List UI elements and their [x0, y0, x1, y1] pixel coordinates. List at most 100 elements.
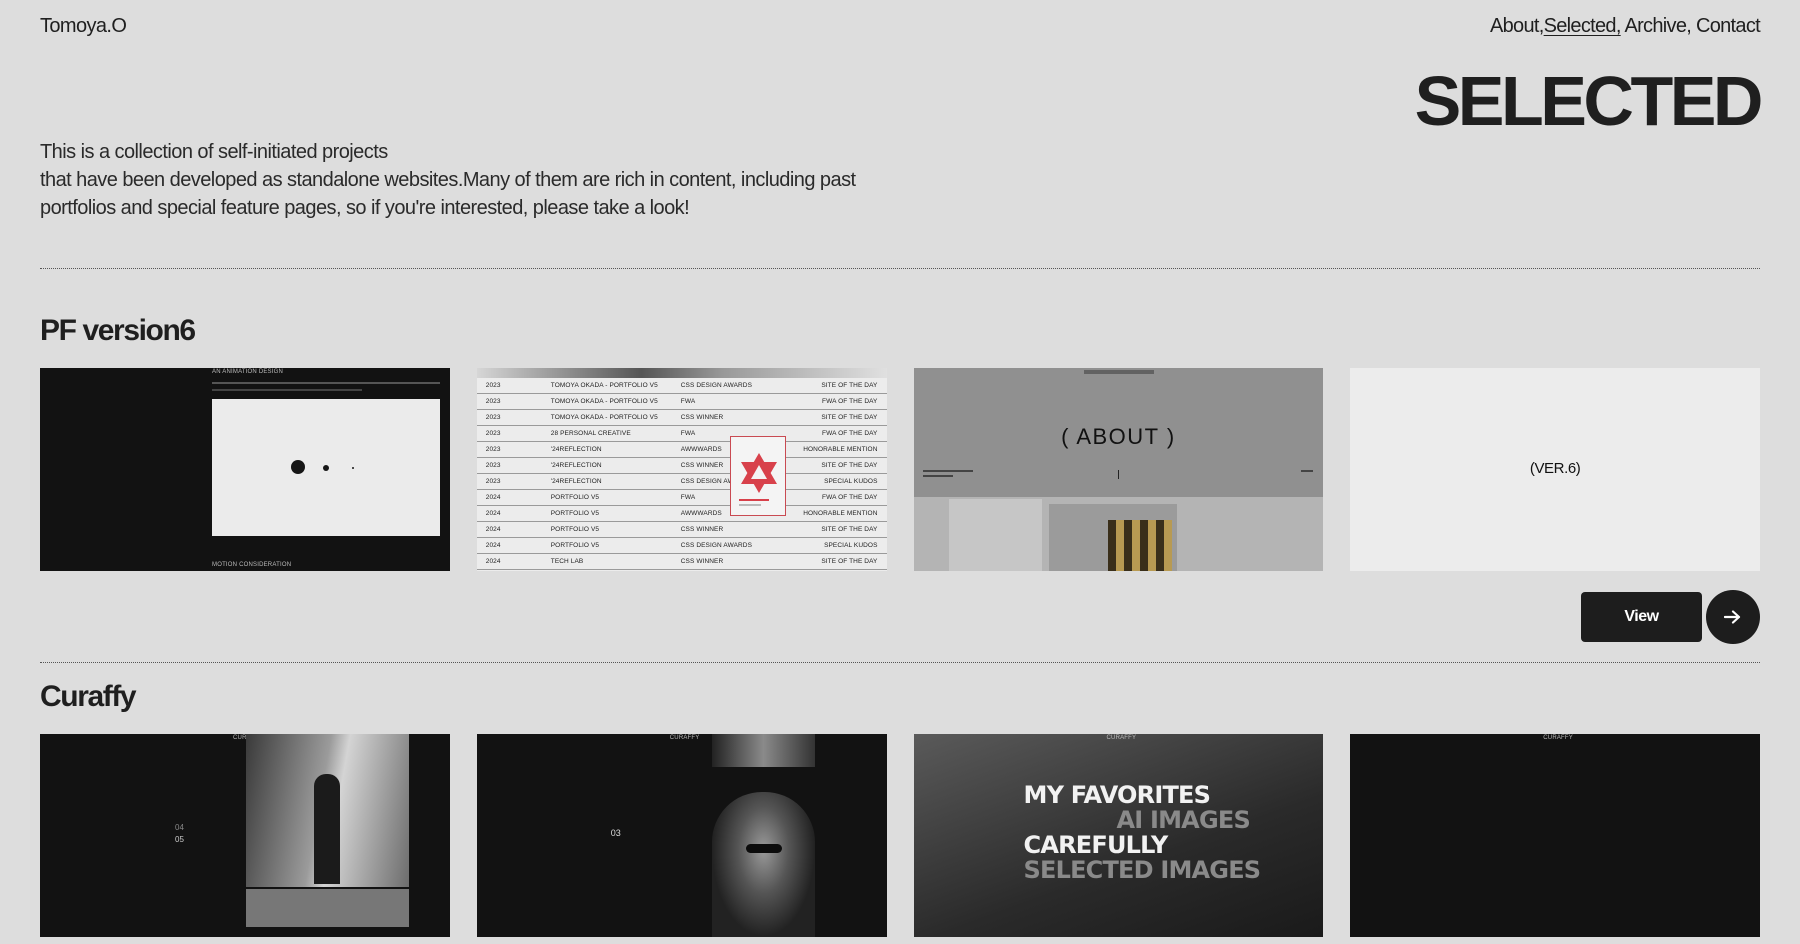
slide-number: 03: [610, 828, 621, 838]
hero-word: SELECTED IMAGES: [1023, 856, 1262, 884]
project-title-curaffy[interactable]: Curaffy: [40, 682, 137, 712]
star-of-david-icon: [740, 453, 777, 493]
project-thumbnail[interactable]: CURAFFY 03: [476, 734, 887, 937]
thumb-heading: AN ANIMATION DESIGN: [212, 369, 284, 375]
award-cell: PORTFOLIO V5: [550, 542, 600, 549]
about-label: ( ABOUT ): [1061, 424, 1176, 449]
intro-line: that have been developed as standalone w…: [40, 169, 856, 191]
thumb-brand: CURAFFY: [669, 735, 700, 741]
hero-word: MY FAVORITES: [1023, 781, 1211, 809]
nav-contact[interactable]: Contact: [1691, 15, 1761, 38]
thumb-photo: [711, 734, 815, 767]
sunglasses: [745, 844, 782, 853]
project-thumbnail[interactable]: ( ABOUT ): [913, 368, 1324, 571]
award-cell: 2024: [485, 542, 501, 549]
poster-text-line: [738, 504, 761, 506]
scroll-indicator: [1117, 470, 1119, 479]
award-cell: SITE OF THE DAY: [821, 558, 878, 565]
award-row: 2023'24REFLECTION AWWWARDS HONORABLE MENTI…: [476, 442, 887, 458]
award-row: 2023 TOMOYA OKADA - PORTFOLIO V5 CSS DESIG…: [476, 378, 887, 394]
nav-about[interactable]: About,: [1490, 15, 1544, 38]
award-cell: TOMOYA OKADA - PORTFOLIO V5: [550, 382, 658, 389]
award-cell: SITE OF THE DAY: [821, 414, 878, 421]
award-cell: 2023: [485, 446, 501, 453]
thumb-brand: CURAFFY: [1543, 735, 1573, 741]
project-thumbnails-pf-version6: AN ANIMATION DESIGN MOTION CONSIDERATION…: [40, 368, 1760, 571]
award-cell: TOMOYA OKADA - PORTFOLIO V5: [550, 398, 658, 405]
thumb-pattern-image: [1107, 520, 1172, 571]
award-cell: 2023: [485, 462, 501, 469]
award-cell: FWA: [680, 398, 696, 405]
thumb-photo: [246, 889, 409, 927]
logo-link[interactable]: Tomoya.O: [40, 15, 127, 38]
thumb-text-line: [922, 470, 973, 472]
thumb-top-image: [476, 368, 887, 378]
thumb-nav-line: [1083, 370, 1154, 374]
thumb-text-line: [212, 382, 440, 384]
intro-line: portfolios and special feature pages, so…: [40, 197, 690, 219]
view-arrow-button[interactable]: [1706, 590, 1760, 644]
thumb-footer: MOTION CONSIDERATION: [212, 562, 292, 568]
thumb-brand: CURAFFY: [1106, 735, 1137, 741]
award-cell: PORTFOLIO V5: [550, 494, 600, 501]
award-poster: [729, 436, 786, 516]
award-cell: 2024: [485, 558, 501, 565]
project-title-pf-version6[interactable]: PF version6: [40, 316, 196, 346]
award-cell: 2023: [485, 430, 501, 437]
hero-word: CAREFULLY: [1023, 831, 1169, 859]
award-cell: HONORABLE MENTION: [803, 510, 878, 517]
project-thumbnail[interactable]: AN ANIMATION DESIGN MOTION CONSIDERATION: [40, 368, 450, 571]
nav-selected[interactable]: Selected,: [1544, 15, 1622, 38]
main-nav: About, Selected, Archive, Contact: [1490, 15, 1761, 38]
award-cell: SITE OF THE DAY: [821, 462, 878, 469]
award-row: 2024 PORTFOLIO V5 CSS WINNER SITE OF THE DA…: [476, 522, 887, 538]
hero-words: MY FAVORITES AI IMAGES CAREFULLY SELECTE…: [1023, 781, 1262, 884]
thumb-text-line: [922, 475, 953, 477]
project-thumbnail[interactable]: 2023 TOMOYA OKADA - PORTFOLIO V5 CSS DESIG…: [476, 368, 887, 571]
project-thumbnail[interactable]: CURAFFY MY FAVORITES AI IMAGES CAREFULLY…: [913, 734, 1324, 937]
thumb-photo: [246, 734, 409, 887]
divider: [40, 268, 1760, 269]
thumb-white-panel: [212, 399, 440, 536]
small-dot: [352, 467, 354, 469]
award-cell: 28 PERSONAL CREATIVE: [550, 430, 631, 437]
award-row: 2024 PORTFOLIO V5 FWA FWA OF THE DAY: [476, 490, 887, 506]
award-cell: TECH LAB: [550, 558, 584, 565]
award-cell: SITE OF THE DAY: [821, 526, 878, 533]
portrait-photo: [711, 792, 815, 937]
award-cell: 2023: [485, 398, 501, 405]
award-row: 2023 TOMOYA OKADA - PORTFOLIO V5 CSS WINNE…: [476, 410, 887, 426]
award-cell: 2024: [485, 494, 501, 501]
project-thumbnail[interactable]: CURAFFY: [1350, 734, 1760, 937]
award-cell: FWA OF THE DAY: [822, 398, 878, 405]
award-cell: 2023: [485, 478, 501, 485]
award-row: 2024 PORTFOLIO V5 AWWWARDS HONORABLE MENTIO…: [476, 506, 887, 522]
thumb-gallery-image: [948, 499, 1042, 571]
award-cell: CSS DESIGN AWARDS: [680, 542, 753, 549]
award-cell: HONORABLE MENTION: [803, 446, 878, 453]
site-header: Tomoya.O About, Selected, Archive, Conta…: [40, 0, 1761, 60]
hero-word: AI IMAGES: [1116, 806, 1251, 834]
award-cell: PORTFOLIO V5: [550, 526, 600, 533]
award-cell: SPECIAL KUDOS: [824, 542, 878, 549]
view-button[interactable]: View: [1581, 592, 1702, 642]
slide-number: 04: [175, 823, 184, 832]
project-thumbnails-curaffy: CURAFFY 04 05 CURAFFY 03 CURAFFY MY FAVO…: [40, 734, 1760, 937]
slide-number: 05: [175, 835, 184, 844]
poster-text-line: [738, 499, 769, 501]
award-cell: 2024: [485, 510, 501, 517]
intro-line: This is a collection of self-initiated p…: [40, 141, 388, 163]
award-row: 2023'24REFLECTION CSS WINNER SITE OF THE D…: [476, 458, 887, 474]
award-cell: 2023: [485, 382, 501, 389]
award-cell: CSS WINNER: [680, 526, 724, 533]
project-thumbnail[interactable]: (VER.6): [1350, 368, 1760, 571]
nav-archive[interactable]: Archive,: [1621, 15, 1691, 38]
award-cell: FWA OF THE DAY: [822, 430, 878, 437]
awards-table: 2023 TOMOYA OKADA - PORTFOLIO V5 CSS DESIG…: [476, 378, 887, 570]
intro-text: This is a collection of self-initiated p…: [40, 138, 900, 222]
award-cell: 2024: [485, 526, 501, 533]
award-row: 2024 TECH LAB CSS WINNER SITE OF THE DAY: [476, 554, 887, 570]
award-row: 2023 28 PERSONAL CREATIVE FWA FWA OF THE DA…: [476, 426, 887, 442]
project-thumbnail[interactable]: CURAFFY 04 05: [40, 734, 450, 937]
award-cell: CSS DESIGN AWARDS: [680, 382, 753, 389]
